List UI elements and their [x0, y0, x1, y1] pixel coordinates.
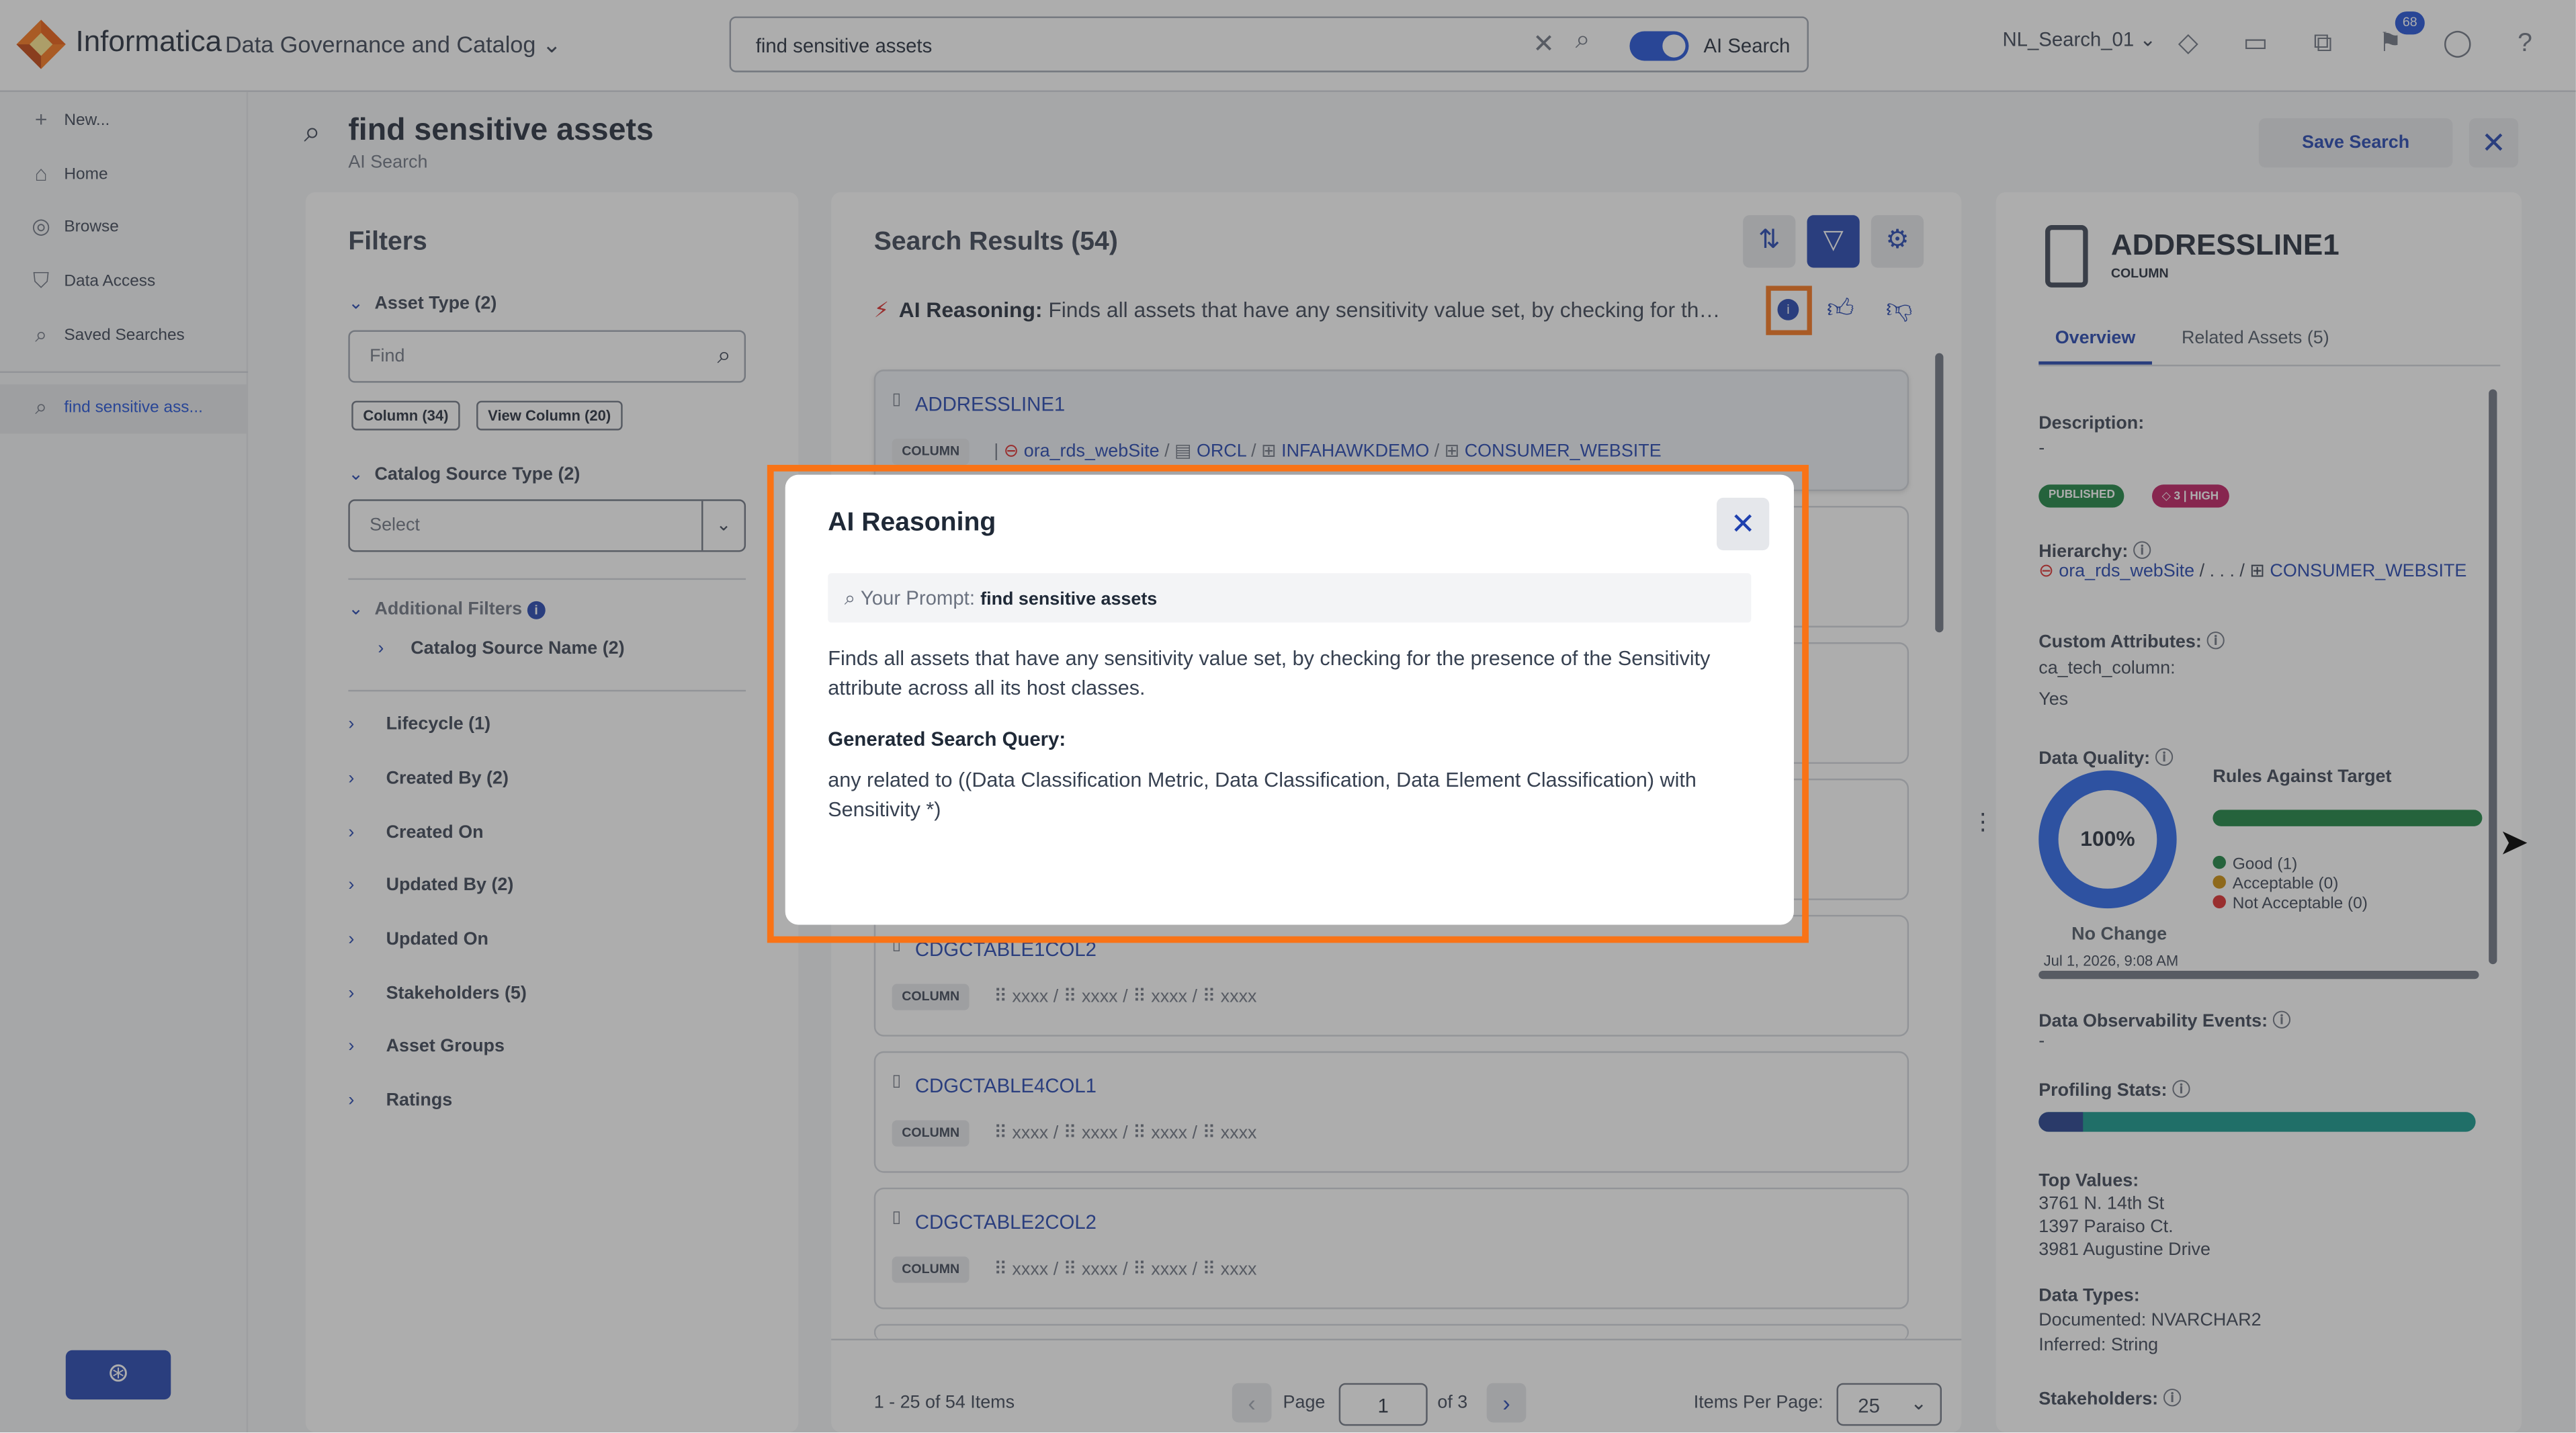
generated-query: any related to ((Data Classification Met… — [828, 769, 1697, 822]
dialog-close-button[interactable]: ✕ — [1717, 497, 1770, 551]
ai-reasoning-dialog: AI Reasoning ✕ ⌕ Your Prompt: find sensi… — [785, 474, 1794, 925]
search-icon: ⌕ — [844, 586, 856, 610]
close-icon: ✕ — [1730, 507, 1756, 541]
prompt-value: find sensitive assets — [980, 589, 1158, 610]
reasoning-explanation: Finds all assets that have any sensitivi… — [828, 647, 1711, 700]
prompt-label: Your Prompt: — [860, 586, 975, 610]
dialog-title: AI Reasoning — [828, 509, 996, 537]
query-label: Generated Search Query: — [828, 728, 1066, 751]
mouse-cursor-icon: ➤ — [2498, 821, 2529, 863]
prompt-box: ⌕ Your Prompt: find sensitive assets — [828, 573, 1752, 623]
